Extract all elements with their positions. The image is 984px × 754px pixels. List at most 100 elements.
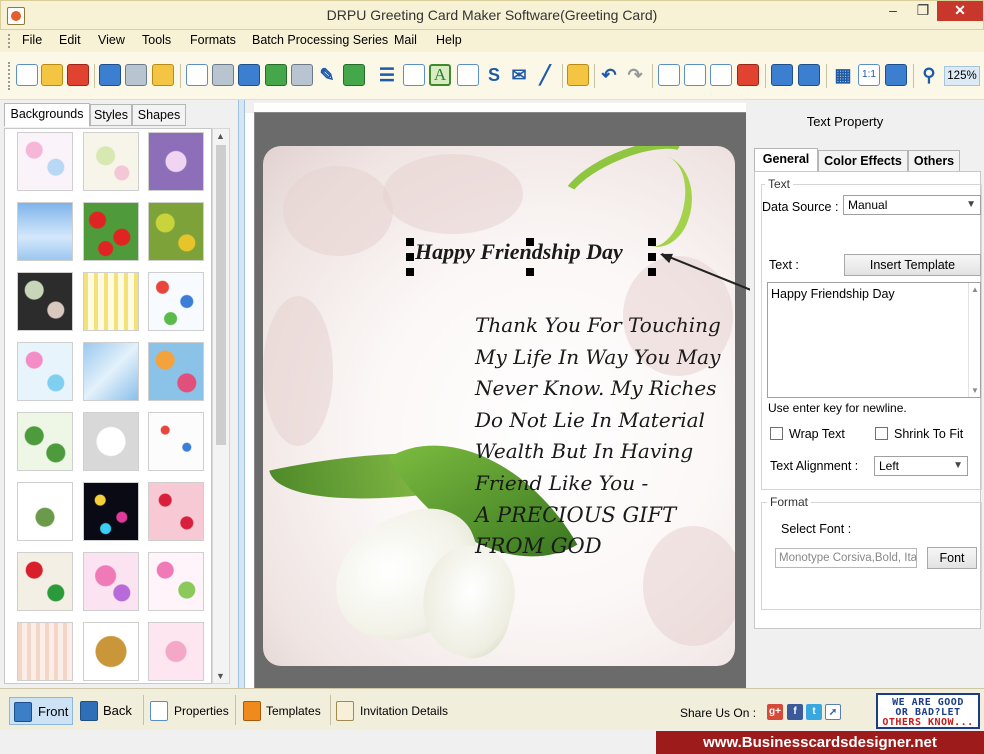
background-thumbnail[interactable] <box>17 482 73 541</box>
menu-batch-processing[interactable]: Batch Processing Series <box>252 33 388 47</box>
picture-icon[interactable] <box>343 64 365 86</box>
background-thumbnail[interactable] <box>17 342 73 401</box>
background-thumbnail[interactable] <box>17 412 73 471</box>
resize-handle[interactable] <box>648 268 656 276</box>
text-input-scrollbar[interactable]: ▲ ▼ <box>968 283 980 397</box>
resize-handle[interactable] <box>406 253 414 261</box>
menu-formats[interactable]: Formats <box>190 33 236 47</box>
zoom-level[interactable]: 125% <box>944 66 980 86</box>
close-document-icon[interactable] <box>67 64 89 86</box>
background-thumbnail[interactable] <box>83 132 139 191</box>
tab-shapes[interactable]: Shapes <box>132 104 186 126</box>
mail-icon[interactable]: ✉ <box>508 64 530 86</box>
background-thumbnail[interactable] <box>83 482 139 541</box>
tab-color-effects[interactable]: Color Effects <box>818 150 908 172</box>
save-as-icon[interactable] <box>125 64 147 86</box>
resize-handle[interactable] <box>406 238 414 246</box>
background-thumbnail[interactable] <box>83 412 139 471</box>
background-thumbnail[interactable] <box>148 202 204 261</box>
background-icon[interactable] <box>238 64 260 86</box>
background-thumbnail[interactable] <box>83 622 139 681</box>
background-thumbnail[interactable] <box>148 272 204 331</box>
resize-handle[interactable] <box>406 268 414 276</box>
resize-handle[interactable] <box>526 268 534 276</box>
invitation-details-button[interactable]: Invitation Details <box>336 697 456 725</box>
background-thumbnail[interactable] <box>148 342 204 401</box>
undo-icon[interactable]: ↶ <box>598 64 620 86</box>
actual-size-icon[interactable]: 1:1 <box>858 64 880 86</box>
redo-icon[interactable]: ↷ <box>624 64 646 86</box>
card-message-text[interactable]: Thank You For Touching My Life In Way Yo… <box>475 310 725 499</box>
background-thumbnail[interactable] <box>83 552 139 611</box>
wrap-text-checkbox[interactable] <box>770 427 783 440</box>
background-thumbnail[interactable] <box>148 552 204 611</box>
line-icon[interactable]: ╱ <box>534 64 556 86</box>
background-thumbnail[interactable] <box>83 342 139 401</box>
save-icon[interactable] <box>99 64 121 86</box>
background-thumbnail[interactable] <box>148 622 204 681</box>
scroll-up-icon[interactable]: ▲ <box>216 131 225 141</box>
text-input[interactable]: Happy Friendship Day ▲ ▼ <box>767 282 981 398</box>
front-button[interactable]: Front <box>9 697 73 725</box>
text-alignment-select[interactable]: Left ▼ <box>874 456 968 476</box>
scroll-down-icon[interactable]: ▼ <box>216 671 225 681</box>
database-icon[interactable] <box>567 64 589 86</box>
font-field[interactable]: Monotype Corsiva,Bold, Italic <box>775 548 917 568</box>
signature-icon[interactable]: S <box>483 64 505 86</box>
twitter-icon[interactable]: t <box>806 704 822 720</box>
tab-general[interactable]: General <box>754 148 818 172</box>
tab-backgrounds[interactable]: Backgrounds <box>4 103 90 127</box>
barcode-icon[interactable]: ☰ <box>376 64 398 86</box>
fit-window-icon[interactable] <box>885 64 907 86</box>
background-thumbnail[interactable] <box>17 132 73 191</box>
menu-tools[interactable]: Tools <box>142 33 171 47</box>
website-banner[interactable]: www.Businesscardsdesigner.net <box>656 731 984 754</box>
crop-icon[interactable] <box>265 64 287 86</box>
templates-button[interactable]: Templates <box>243 697 327 725</box>
feedback-badge[interactable]: WE ARE GOOD OR BAD?LET OTHERS KNOW... <box>876 693 980 729</box>
cut-icon[interactable] <box>658 64 680 86</box>
background-thumbnail[interactable] <box>17 622 73 681</box>
facebook-icon[interactable]: f <box>787 704 803 720</box>
resize-handle[interactable] <box>648 238 656 246</box>
scroll-down-icon[interactable]: ▼ <box>971 386 979 395</box>
background-thumbnail[interactable] <box>148 132 204 191</box>
menu-help[interactable]: Help <box>436 33 462 47</box>
google-plus-icon[interactable]: g+ <box>767 704 783 720</box>
barcode-2d-icon[interactable] <box>403 64 425 86</box>
grid-icon[interactable]: ▦ <box>832 64 854 86</box>
close-button[interactable]: ✕ <box>937 1 983 21</box>
delete-icon[interactable] <box>737 64 759 86</box>
menu-mail[interactable]: Mail <box>394 33 417 47</box>
pencil-icon[interactable]: ✎ <box>316 64 338 86</box>
page-setup-icon[interactable] <box>186 64 208 86</box>
tab-others[interactable]: Others <box>908 150 960 172</box>
background-thumbnail[interactable] <box>17 202 73 261</box>
background-thumbnail[interactable] <box>17 552 73 611</box>
menu-view[interactable]: View <box>98 33 125 47</box>
panel-splitter[interactable] <box>238 100 245 688</box>
print-icon[interactable] <box>212 64 234 86</box>
background-thumbnail[interactable] <box>17 272 73 331</box>
gallery-scrollbar[interactable]: ▲ ▼ <box>212 128 230 684</box>
scrollbar-thumb[interactable] <box>216 145 226 445</box>
send-backward-icon[interactable] <box>798 64 820 86</box>
scroll-up-icon[interactable]: ▲ <box>971 285 979 294</box>
background-thumbnail[interactable] <box>148 482 204 541</box>
menu-file[interactable]: File <box>22 33 42 47</box>
text-icon[interactable]: A <box>429 64 451 86</box>
properties-button[interactable]: Properties <box>150 697 232 725</box>
background-thumbnail[interactable] <box>83 202 139 261</box>
tab-styles[interactable]: Styles <box>90 104 132 126</box>
resize-handle[interactable] <box>648 253 656 261</box>
insert-template-button[interactable]: Insert Template <box>844 254 981 276</box>
maximize-button[interactable]: ❐ <box>909 1 937 21</box>
menu-edit[interactable]: Edit <box>59 33 81 47</box>
card-title-text[interactable]: Happy Friendship Day <box>415 239 653 265</box>
back-button[interactable]: Back <box>78 697 140 725</box>
share-icon[interactable]: ➚ <box>825 704 841 720</box>
background-thumbnail[interactable] <box>83 272 139 331</box>
text-style-icon[interactable] <box>457 64 479 86</box>
export-icon[interactable] <box>152 64 174 86</box>
data-source-select[interactable]: Manual ▼ <box>843 195 981 215</box>
